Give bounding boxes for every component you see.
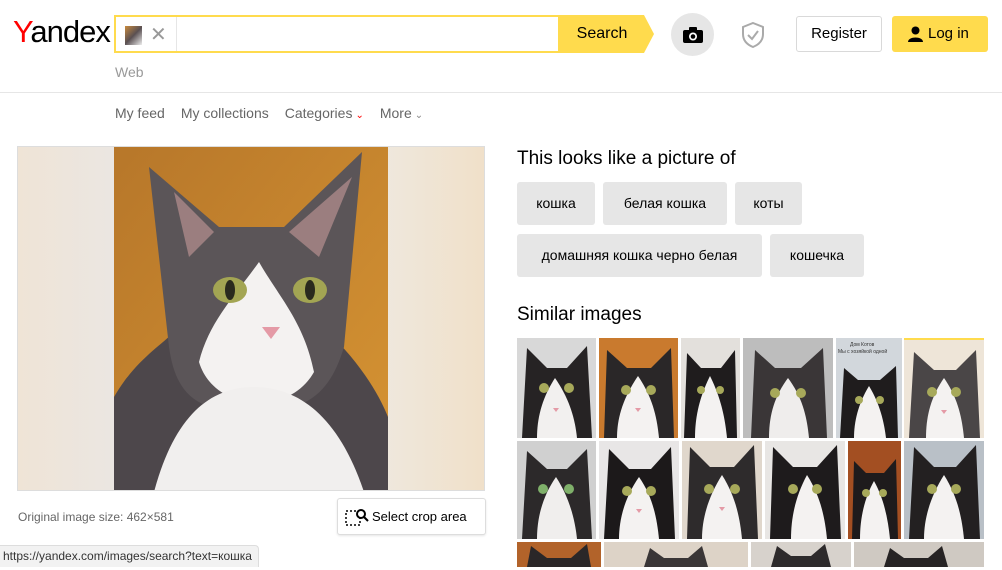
similar-image[interactable] xyxy=(904,338,984,438)
tab-web[interactable]: Web xyxy=(115,64,144,80)
crop-area-icon xyxy=(345,509,369,526)
similar-image[interactable] xyxy=(682,441,762,539)
divider xyxy=(176,17,177,51)
similar-image[interactable] xyxy=(751,542,851,567)
similar-image[interactable] xyxy=(517,542,601,567)
chevron-down-icon: ⌄ xyxy=(355,110,364,121)
similar-image[interactable] xyxy=(765,441,845,539)
similar-images-title: Similar images xyxy=(517,304,642,325)
similar-image[interactable]: Дом КотовМы с хозяйкой одной xyxy=(836,338,902,438)
login-button[interactable]: Log in xyxy=(892,16,988,52)
camera-icon xyxy=(682,26,703,43)
similar-image[interactable] xyxy=(599,441,679,539)
thumb-caption-2: Мы с хозяйкой одной xyxy=(838,348,887,355)
similar-image[interactable] xyxy=(517,338,596,438)
tag-domashnyaya-koshka[interactable]: домашняя кошка черно белая xyxy=(517,234,762,277)
tag-koty[interactable]: коты xyxy=(735,182,802,225)
nav-my-feed[interactable]: My feed xyxy=(115,105,165,121)
nav-more-label: More xyxy=(379,105,412,121)
login-label: Log in xyxy=(928,25,969,42)
nav-categories-label: Categories xyxy=(284,105,353,121)
nav-my-collections[interactable]: My collections xyxy=(181,105,269,121)
clear-image-icon[interactable]: ✕ xyxy=(150,22,167,47)
user-icon xyxy=(908,26,923,42)
query-image-panel xyxy=(17,146,485,491)
query-image-thumbnail xyxy=(125,26,142,45)
cat-image[interactable] xyxy=(114,147,388,491)
tag-belaya-koshka[interactable]: белая кошка xyxy=(603,182,727,225)
search-button[interactable]: Search xyxy=(560,15,644,53)
yandex-logo[interactable]: Yandex xyxy=(13,14,111,50)
tag-koshechka[interactable]: кошечка xyxy=(770,234,864,277)
similar-image[interactable] xyxy=(604,542,748,567)
select-crop-area-button[interactable]: Select crop area xyxy=(337,498,486,535)
similar-image[interactable] xyxy=(904,441,984,539)
search-bar: ✕ Search xyxy=(114,15,654,53)
shield-icon[interactable] xyxy=(741,22,765,48)
search-input[interactable]: ✕ xyxy=(114,15,560,53)
nav-categories[interactable]: Categories ⌄ xyxy=(285,105,364,121)
similar-image[interactable] xyxy=(743,338,833,438)
subnav: My feed My collections Categories ⌄ More ⌄ xyxy=(115,105,423,121)
logo-rest: andex xyxy=(30,14,110,49)
similar-image[interactable] xyxy=(599,338,678,438)
similar-image[interactable] xyxy=(854,542,984,567)
header: Yandex ✕ Search Web Register Log in xyxy=(0,0,1002,93)
looks-like-title: This looks like a picture of xyxy=(517,148,736,169)
search-button-arrow xyxy=(644,15,654,53)
similar-image[interactable] xyxy=(517,441,596,539)
nav-more[interactable]: More ⌄ xyxy=(380,105,423,121)
camera-search-button[interactable] xyxy=(671,13,714,56)
status-bar-url: https://yandex.com/images/search?text=ко… xyxy=(0,545,259,567)
crop-label: Select crop area xyxy=(372,509,467,524)
thumb-caption-1: Дом Котов xyxy=(850,342,875,348)
original-size-label: Original image size: 462×581 xyxy=(18,510,174,524)
similar-image[interactable] xyxy=(848,441,901,539)
tag-koshka[interactable]: кошка xyxy=(517,182,595,225)
chevron-down-icon: ⌄ xyxy=(414,110,424,121)
similar-image[interactable] xyxy=(681,338,740,438)
register-button[interactable]: Register xyxy=(796,16,882,52)
